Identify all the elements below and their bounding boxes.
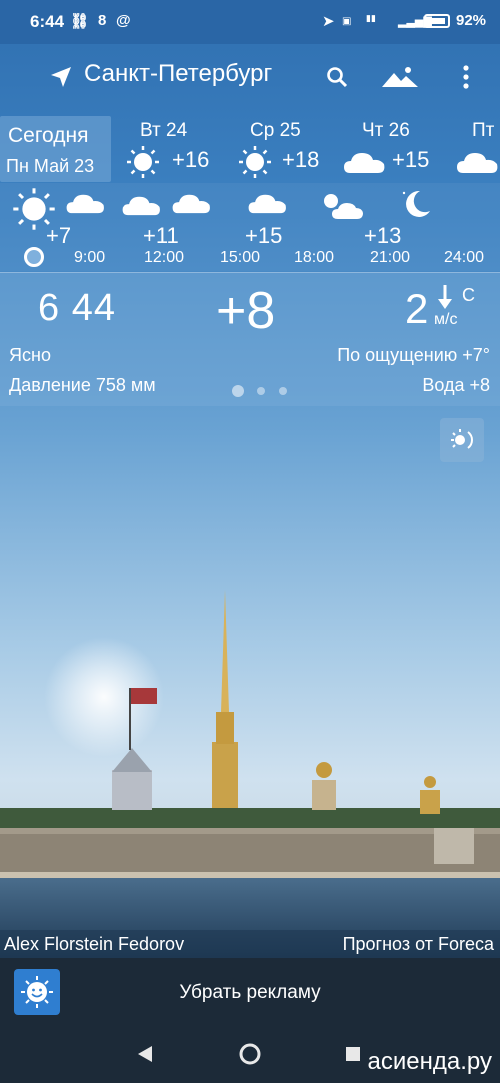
- page-dot: [279, 387, 287, 395]
- hour-temp: +7: [46, 223, 72, 248]
- day-label: Ср 25: [250, 120, 301, 141]
- wind-direction: С: [462, 285, 475, 305]
- current-temp: +8: [216, 282, 276, 340]
- page-dot-active: [232, 385, 244, 397]
- moon-icon: [402, 190, 430, 217]
- day-label: Пт: [472, 120, 495, 141]
- today-tab[interactable]: Сегодня Пн Май 23: [0, 116, 111, 182]
- app-header: Санкт-Петербург: [0, 44, 500, 112]
- watermark: асиенда.ру: [367, 1048, 492, 1075]
- feels-like: По ощущению +7°: [337, 345, 490, 365]
- cloud-icon: [457, 153, 498, 173]
- water-temp: Вода +8: [422, 375, 490, 395]
- hour-time: 24:00: [444, 249, 485, 266]
- page-dot: [257, 387, 265, 395]
- hour-time: 18:00: [294, 249, 335, 266]
- signal-4g-icon: ▮▮: [366, 13, 376, 23]
- recents-icon[interactable]: [345, 1046, 361, 1062]
- cloud-icon: [122, 196, 160, 216]
- current-conditions-card[interactable]: 6 44 +8 2 С м/с Ясно По ощущению +7° Дав…: [0, 272, 500, 406]
- wind-speed: 2: [405, 285, 429, 332]
- link-icon: ⛓: [70, 13, 90, 30]
- system-nav-bar: асиенда.ру: [0, 1026, 500, 1083]
- day-temp: +15: [392, 147, 430, 172]
- hourly-forecast[interactable]: +7 +11 +15 +13 9:00 12:00 15:00 18:00 21…: [0, 183, 500, 271]
- partly-cloudy-icon: [66, 194, 104, 214]
- mountain-icon[interactable]: [380, 62, 420, 92]
- status-time: 6:44: [30, 12, 65, 31]
- remove-ads-bar[interactable]: Убрать рекламу: [0, 958, 500, 1026]
- wind-unit: м/с: [434, 311, 458, 328]
- hour-temp: +15: [245, 223, 283, 248]
- credits-bar: Alex Florstein Fedorov Прогноз от Foreca: [0, 930, 500, 958]
- hour-temp: +11: [143, 223, 179, 248]
- forecast-provider[interactable]: Прогноз от Foreca: [343, 934, 494, 955]
- day-temp: +18: [282, 147, 320, 172]
- pressure: Давление 758 мм: [9, 375, 156, 395]
- remove-ads-label[interactable]: Убрать рекламу: [0, 982, 500, 1004]
- sun-animation-icon: [451, 429, 473, 449]
- search-icon[interactable]: [322, 62, 352, 92]
- partly-cloudy-icon: [248, 194, 286, 214]
- battery-icon: [424, 14, 450, 28]
- day-item[interactable]: Чт 26 +15: [344, 113, 448, 183]
- more-vert-icon[interactable]: [454, 62, 478, 92]
- sun-icon: [127, 146, 159, 178]
- navigation-icon: ➤: [322, 13, 335, 30]
- photo-author[interactable]: Alex Florstein Fedorov: [4, 934, 184, 955]
- day-label: Чт 26: [362, 120, 410, 141]
- at-icon: @: [116, 12, 131, 29]
- home-icon[interactable]: [238, 1042, 262, 1066]
- current-condition: Ясно: [9, 345, 51, 365]
- theme-button[interactable]: [440, 418, 484, 462]
- current-hour-marker: [24, 247, 44, 267]
- back-icon[interactable]: [136, 1044, 154, 1064]
- city-name[interactable]: Санкт-Петербург: [84, 60, 272, 88]
- sun-icon: [239, 146, 271, 178]
- today-date: Пн Май 23: [6, 156, 95, 176]
- hour-time: 21:00: [370, 249, 411, 266]
- battery-percent: 92%: [456, 12, 487, 29]
- location-arrow-icon[interactable]: [46, 62, 76, 92]
- hour-time: 15:00: [220, 249, 261, 266]
- today-label: Сегодня: [8, 124, 89, 147]
- sun-cloud-icon: [324, 194, 363, 219]
- temperature-indicator: 8: [98, 12, 107, 29]
- weather-screen: 6:44 ⛓ 8 @ ➤ ▣ ▮▮ ▂▃▅▇ 92% Санкт-Петербу…: [0, 0, 500, 1083]
- day-item[interactable]: Вт 24 +16: [124, 113, 224, 183]
- hour-time: 12:00: [144, 249, 185, 266]
- day-label: Вт 24: [140, 120, 188, 141]
- day-item[interactable]: Пт: [456, 113, 500, 183]
- volte-icon: ▣: [342, 16, 352, 27]
- hour-time: 9:00: [74, 249, 106, 266]
- partly-cloudy-icon: [172, 194, 210, 214]
- day-temp: +16: [172, 147, 210, 172]
- hour-temp: +13: [364, 223, 402, 248]
- status-bar: 6:44 ⛓ 8 @ ➤ ▣ ▮▮ ▂▃▅▇ 92%: [0, 0, 500, 44]
- wind-arrow-icon: [438, 285, 452, 309]
- daily-forecast: Сегодня Пн Май 23 Вт 24 +16 Ср 25 +18 Чт…: [0, 113, 500, 183]
- current-time: 6 44: [38, 287, 116, 329]
- cloud-icon: [344, 153, 385, 173]
- day-item[interactable]: Ср 25 +18: [236, 113, 336, 183]
